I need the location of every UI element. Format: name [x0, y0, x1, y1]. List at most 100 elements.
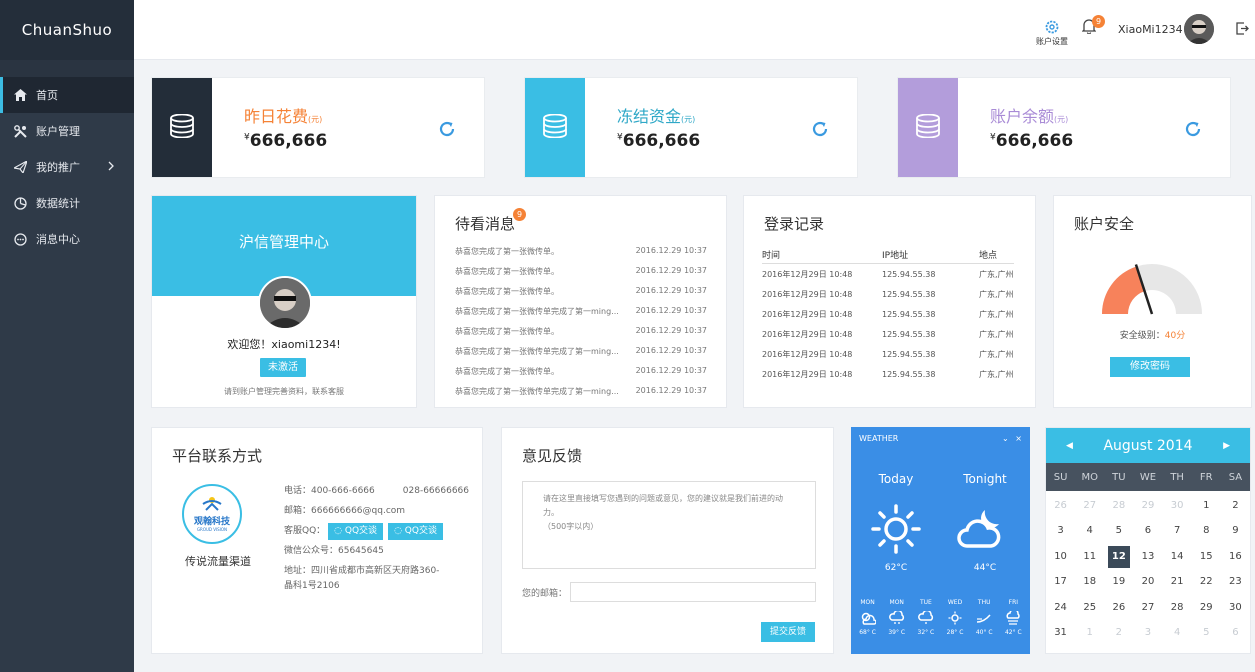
stat-amount: ¥666,666 [617, 131, 701, 151]
calendar-day[interactable]: 26 [1050, 495, 1072, 517]
calendar-day[interactable]: 4 [1079, 520, 1101, 542]
gear-icon [1034, 20, 1070, 36]
change-password-button[interactable]: 修改密码 [1110, 357, 1190, 377]
forecast-day: MON 68° C [856, 599, 880, 636]
sidebar-item-label: 我的推广 [36, 161, 80, 174]
calendar-day[interactable]: 27 [1137, 597, 1159, 619]
calendar-day[interactable]: 8 [1195, 520, 1217, 542]
calendar-day[interactable]: 17 [1050, 571, 1072, 593]
sidebar-item-statistics[interactable]: 数据统计 [0, 185, 134, 221]
calendar-day[interactable]: 30 [1166, 495, 1188, 517]
calendar-day[interactable]: 30 [1224, 597, 1246, 619]
calendar-day[interactable]: 25 [1079, 597, 1101, 619]
calendar-day[interactable]: 2 [1108, 622, 1130, 644]
calendar-day[interactable]: 29 [1137, 495, 1159, 517]
chat-bubble-icon: ◌ [334, 526, 345, 536]
weather-header: WEATHER [859, 434, 899, 443]
calendar-day[interactable]: 21 [1166, 571, 1188, 593]
next-month-icon[interactable]: ▶ [1223, 441, 1230, 451]
calendar-day[interactable]: 24 [1050, 597, 1072, 619]
calendar-day[interactable]: 28 [1166, 597, 1188, 619]
card-title: 意见反馈 [522, 447, 583, 465]
qq-chat-button[interactable]: ◌ QQ交谈 [388, 523, 443, 540]
stat-label: 昨日花费(元) [244, 107, 323, 126]
calendar-day[interactable]: 6 [1137, 520, 1159, 542]
qq-line: 客服QQ： ◌ QQ交谈 ◌ QQ交谈 [284, 521, 469, 541]
chevron-right-icon [108, 161, 114, 174]
calendar-day[interactable]: 16 [1224, 546, 1246, 568]
sun-cloud-icon [856, 609, 880, 627]
logout-icon[interactable] [1236, 20, 1249, 39]
calendar-day[interactable]: 1 [1195, 495, 1217, 517]
list-item[interactable]: 恭喜您完成了第一张微传单。 2016.12.29 10:37 [455, 286, 707, 306]
calendar-day[interactable]: 29 [1195, 597, 1217, 619]
avatar[interactable] [258, 276, 312, 330]
account-settings-button[interactable]: 账户设置 [1034, 20, 1070, 47]
calendar-day[interactable]: 13 [1137, 546, 1159, 568]
calendar-day[interactable]: 7 [1166, 520, 1188, 542]
calendar-day[interactable]: 2 [1224, 495, 1246, 517]
refresh-icon[interactable] [811, 120, 829, 142]
security-gauge [1102, 264, 1202, 315]
calendar-day[interactable]: 4 [1166, 622, 1188, 644]
feedback-textarea[interactable]: 请在这里直接填写您遇到的问题或意见，您的建议就是我们前进的动力。 （500字以内… [522, 481, 816, 569]
sidebar-item-account[interactable]: 账户管理 [0, 113, 134, 149]
qq-chat-button[interactable]: ◌ QQ交谈 [328, 523, 384, 540]
calendar-day[interactable]: 3 [1050, 520, 1072, 542]
submit-feedback-button[interactable]: 提交反馈 [761, 622, 815, 642]
calendar-day[interactable]: 6 [1224, 622, 1246, 644]
table-header: 时间 IP地址 地点 [762, 246, 1014, 264]
calendar-day[interactable]: 18 [1079, 571, 1101, 593]
calendar-day[interactable]: 5 [1195, 622, 1217, 644]
list-item[interactable]: 恭喜您完成了第一张微传单。 2016.12.29 10:37 [455, 326, 707, 346]
chevron-down-icon[interactable]: ⌄ [1002, 434, 1009, 443]
calendar-day[interactable]: 22 [1195, 571, 1217, 593]
list-item[interactable]: 恭喜您完成了第一张微传单。 2016.12.29 10:37 [455, 266, 707, 286]
cloud-moon-icon [955, 502, 1009, 556]
sidebar-item-messages[interactable]: 消息中心 [0, 221, 134, 257]
sidebar-item-home[interactable]: 首页 [0, 77, 134, 113]
table-row: 2016年12月29日 10:48 125.94.55.38 广东,广州 [762, 309, 1014, 319]
calendar-day[interactable]: 5 [1108, 520, 1130, 542]
close-icon[interactable]: × [1015, 434, 1022, 443]
prev-month-icon[interactable]: ◀ [1066, 441, 1073, 451]
refresh-icon[interactable] [1184, 120, 1202, 142]
email-field[interactable] [570, 582, 816, 602]
weather-controls: ⌄ × [1002, 434, 1022, 443]
activation-status-button[interactable]: 未激活 [260, 358, 306, 377]
username[interactable]: XiaoMi1234 [1118, 23, 1183, 36]
calendar-day[interactable]: 26 [1108, 597, 1130, 619]
forecast-day: MON 39° C [885, 599, 909, 636]
avatar[interactable] [1184, 14, 1214, 44]
forecast-day: FRI 42° C [1001, 599, 1025, 636]
database-icon [169, 113, 195, 142]
calendar-day[interactable]: 23 [1224, 571, 1246, 593]
list-item[interactable]: 恭喜您完成了第一张微传单完成了第一ming... 2016.12.29 10:37 [455, 386, 707, 406]
calendar-day-today[interactable]: 12 [1107, 545, 1130, 568]
calendar-day[interactable]: 20 [1137, 571, 1159, 593]
cloud-rain-icon [914, 609, 938, 627]
sidebar-item-promotion[interactable]: 我的推广 [0, 149, 134, 185]
list-item[interactable]: 恭喜您完成了第一张微传单完成了第一ming... 2016.12.29 10:37 [455, 346, 707, 366]
chat-icon [14, 232, 36, 246]
calendar-day[interactable]: 11 [1079, 546, 1101, 568]
calendar-day[interactable]: 1 [1079, 622, 1101, 644]
refresh-icon[interactable] [438, 120, 456, 142]
calendar-day[interactable]: 28 [1108, 495, 1130, 517]
card-title: 平台联系方式 [172, 447, 263, 465]
calendar-day[interactable]: 19 [1108, 571, 1130, 593]
list-item[interactable]: 恭喜您完成了第一张微传单完成了第一ming... 2016.12.29 10:37 [455, 306, 707, 326]
calendar-day[interactable]: 10 [1050, 546, 1072, 568]
stat-label: 冻结资金(元) [617, 107, 696, 126]
calendar-day[interactable]: 31 [1050, 622, 1072, 644]
calendar-day[interactable]: 15 [1195, 546, 1217, 568]
list-item[interactable]: 恭喜您完成了第一张微传单。 2016.12.29 10:37 [455, 366, 707, 386]
sidebar-item-label: 账户管理 [36, 125, 80, 138]
calendar-day[interactable]: 27 [1079, 495, 1101, 517]
calendar-day[interactable]: 9 [1224, 520, 1246, 542]
brand-logo[interactable]: ChuanShuo [0, 0, 134, 60]
calendar-day[interactable]: 3 [1137, 622, 1159, 644]
list-item[interactable]: 恭喜您完成了第一张微传单。 2016.12.29 10:37 [455, 246, 707, 266]
calendar-day[interactable]: 14 [1166, 546, 1188, 568]
profile-title: 沪信管理中心 [238, 233, 329, 251]
